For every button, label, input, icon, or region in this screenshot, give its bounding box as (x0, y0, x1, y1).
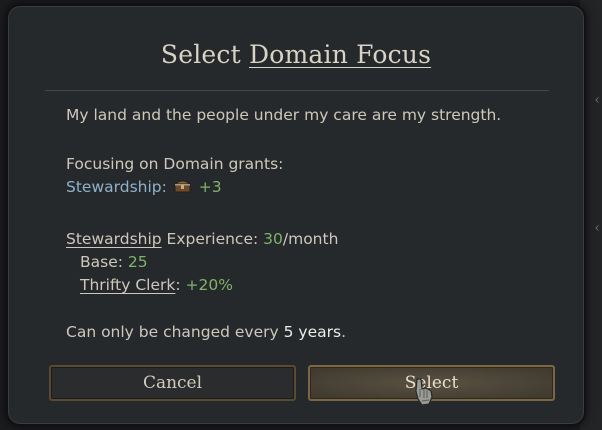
focus-description: My land and the people under my care are… (66, 106, 502, 124)
grant-line: Stewardship: +3 (66, 178, 222, 196)
experience-unit: /month (282, 230, 339, 248)
background-fragment-glyph: ‹ (594, 220, 600, 236)
experience-skill-link[interactable]: Stewardship (66, 230, 162, 248)
gauntlet-cursor-icon (415, 378, 433, 406)
grant-skill-name[interactable]: Stewardship (66, 178, 162, 196)
select-domain-focus-dialog: Select Domain Focus My land and the peop… (6, 4, 586, 426)
cancel-button[interactable]: Cancel (49, 365, 296, 401)
change-note-suffix: . (341, 323, 347, 341)
title-divider (45, 90, 549, 91)
modifier-colon: : (175, 276, 186, 294)
experience-label: Experience: (161, 230, 264, 248)
change-note-prefix: Can only be changed every (66, 323, 284, 341)
modifier-line: Thrifty Clerk: +20% (80, 276, 233, 294)
treasure-chest-icon (173, 180, 191, 193)
modifier-trait-link[interactable]: Thrifty Clerk (80, 276, 175, 294)
grants-heading: Focusing on Domain grants: (66, 155, 284, 173)
change-note-value: 5 years (283, 323, 342, 341)
grant-value: +3 (198, 178, 222, 196)
experience-line: Stewardship Experience: 30/month (66, 230, 338, 248)
title-prefix: Select (160, 40, 241, 69)
base-line: Base: 25 (80, 253, 148, 271)
modifier-value: +20% (185, 276, 233, 294)
background-fragment-glyph: ‹ (594, 92, 600, 108)
dialog-title: Select Domain Focus (8, 40, 584, 69)
base-label: Base: (80, 253, 128, 271)
grant-colon: : (161, 178, 167, 196)
base-value: 25 (127, 253, 148, 271)
experience-value: 30 (263, 230, 283, 248)
change-restriction-note: Can only be changed every 5 years. (66, 323, 346, 341)
focus-name-link[interactable]: Domain Focus (249, 40, 431, 69)
